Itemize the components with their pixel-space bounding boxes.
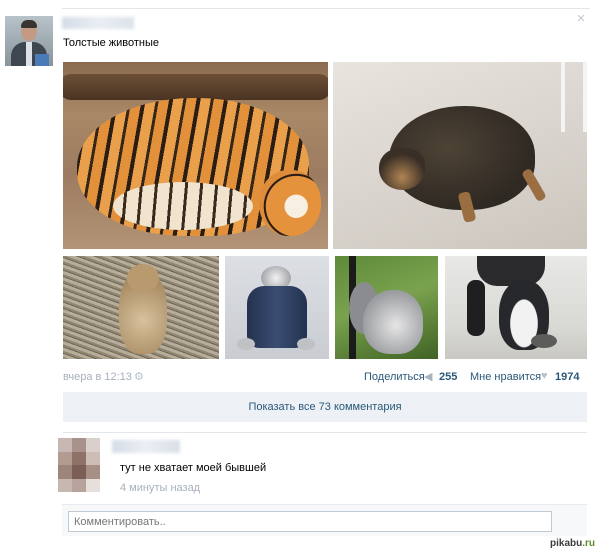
megaphone-icon: ◀ xyxy=(424,371,433,383)
comment-form xyxy=(62,504,587,536)
photo-cat-in-jeans[interactable] xyxy=(225,256,329,359)
photo-squirrel[interactable] xyxy=(335,256,438,359)
author-name-blurred[interactable] xyxy=(62,17,134,29)
post-text: Толстые животные xyxy=(63,37,160,49)
share-count: 255 xyxy=(439,371,458,383)
pikabu-watermark: pikabu.ru xyxy=(550,538,596,549)
heart-icon[interactable]: ♥ xyxy=(541,370,548,382)
post-time-link[interactable]: вчера в 12:13 xyxy=(63,371,132,383)
share-button[interactable]: Поделиться xyxy=(364,371,425,383)
comment-text: тут не хватает моей бывшей xyxy=(120,462,267,474)
commenter-avatar-blurred[interactable] xyxy=(58,438,100,492)
comments-divider xyxy=(63,432,587,433)
close-icon[interactable]: × xyxy=(575,11,587,26)
like-count: 1974 xyxy=(555,371,580,383)
photo-dog[interactable] xyxy=(333,62,587,249)
photo-tiger[interactable] xyxy=(63,62,328,249)
top-divider xyxy=(62,8,590,9)
comment-input[interactable] xyxy=(68,511,552,532)
like-button[interactable]: Мне нравится xyxy=(470,371,541,383)
photo-penguin[interactable] xyxy=(445,256,587,359)
author-avatar[interactable] xyxy=(5,16,53,66)
show-all-comments-button[interactable]: Показать все 73 комментария xyxy=(63,392,587,422)
comment-time-link[interactable]: 4 минуты назад xyxy=(120,482,200,494)
commenter-name-blurred[interactable] xyxy=(112,440,180,453)
gear-icon[interactable]: ⚙ xyxy=(134,370,144,383)
photo-prairie-dog[interactable] xyxy=(63,256,219,359)
